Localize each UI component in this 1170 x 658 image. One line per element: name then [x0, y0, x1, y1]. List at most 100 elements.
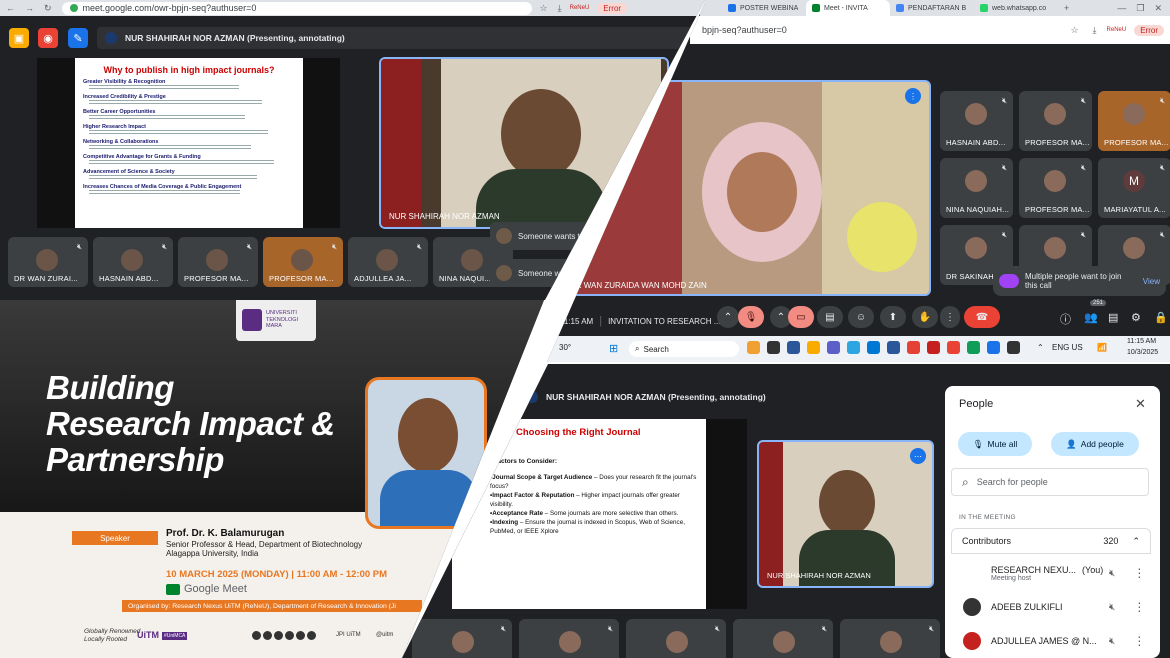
- participant-tile[interactable]: 🔇︎ PROFESOR MA...: [178, 237, 258, 287]
- mic-off-icon[interactable]: 🔇︎: [1109, 568, 1115, 579]
- browser-tab[interactable]: PENDAFTARAN B: [890, 0, 974, 16]
- participant-tile[interactable]: 🔇︎: [733, 619, 833, 658]
- people-icon[interactable]: 👥: [1084, 311, 1098, 324]
- camera-off-icon[interactable]: ▭: [788, 306, 814, 328]
- error-badge[interactable]: Error: [597, 2, 628, 14]
- reload-icon[interactable]: ↻: [44, 3, 52, 14]
- join-request-toast[interactable]: Someone wants to call: [490, 222, 610, 250]
- taskbar-app-icon[interactable]: [1007, 341, 1020, 354]
- taskbar-app-icon[interactable]: [947, 341, 960, 354]
- site-info-icon[interactable]: [69, 4, 78, 12]
- windows-start-icon[interactable]: ⊞: [609, 342, 618, 355]
- chat-icon[interactable]: ▤: [1108, 311, 1118, 324]
- taskbar-app-icon[interactable]: [787, 341, 800, 354]
- star-icon[interactable]: ☆: [1070, 25, 1078, 36]
- browser-tab[interactable]: Meet - INVITA: [806, 0, 890, 16]
- star-icon[interactable]: ☆: [540, 3, 548, 14]
- browser-tab[interactable]: POSTER WEBINA: [722, 0, 806, 16]
- view-requests-button[interactable]: View: [1143, 277, 1160, 286]
- audio-options-chevron-icon[interactable]: ⌃: [717, 306, 739, 328]
- taskbar-app-icon[interactable]: [987, 341, 1000, 354]
- taskbar-search[interactable]: ⌕ Search: [629, 341, 739, 357]
- taskbar-app-icon[interactable]: [807, 341, 820, 354]
- participant-tile[interactable]: 🔇︎ M MARIAYATUL A...: [1098, 158, 1170, 218]
- microphone-off-icon[interactable]: 🎙: [738, 306, 764, 328]
- factors-heading: y Factors to Consider:: [488, 458, 557, 465]
- collapse-chevron-icon[interactable]: ⌃: [1132, 536, 1140, 547]
- speaker-head: [398, 398, 458, 473]
- maximize-icon[interactable]: ❐: [1136, 3, 1144, 14]
- participant-tile[interactable]: 🔇︎: [412, 619, 512, 658]
- contributors-header[interactable]: Contributors 320 ⌃: [951, 528, 1151, 554]
- more-options-icon[interactable]: ⋯: [910, 448, 926, 464]
- present-icon[interactable]: ⬆: [880, 306, 906, 328]
- edit-icon[interactable]: ✎: [68, 28, 88, 48]
- download-icon[interactable]: ⤓: [1093, 25, 1097, 36]
- taskbar-app-icon[interactable]: [967, 341, 980, 354]
- participant-row[interactable]: ADJULLEA JAMES @ N... 🔇︎ ⋮: [945, 626, 1160, 656]
- participant-tile[interactable]: 🔇︎ HASNAIN ABD...: [940, 91, 1013, 151]
- taskbar-app-icon[interactable]: [767, 341, 780, 354]
- participant-tile[interactable]: 🔇︎ NINA NAQUIAH...: [940, 158, 1013, 218]
- participant-tile[interactable]: 🔇︎: [626, 619, 726, 658]
- address-bar[interactable]: meet.google.com/owr-bpjn-seq?authuser=0: [61, 1, 532, 15]
- tray-chevron-icon[interactable]: ⌃: [1037, 343, 1044, 352]
- participant-row[interactable]: ADEEB ZULKIFLI 🔇︎ ⋮: [945, 592, 1160, 622]
- new-tab-icon[interactable]: +: [1064, 3, 1069, 13]
- profile-label[interactable]: ReNeU: [1107, 27, 1127, 33]
- add-people-button[interactable]: 👤 Add people: [1051, 432, 1139, 456]
- host-controls-icon[interactable]: 🔒: [1154, 311, 1168, 324]
- language-text[interactable]: ENG US: [1052, 343, 1083, 352]
- google-meet-icon: [166, 583, 180, 595]
- presenter-video[interactable]: ⋯ NUR SHAHIRAH NOR AZMAN: [757, 440, 934, 588]
- participant-more-icon[interactable]: ⋮: [1133, 600, 1145, 614]
- mic-off-icon[interactable]: 🔇︎: [1109, 636, 1115, 647]
- taskbar-app-icon[interactable]: [927, 341, 940, 354]
- taskbar-app-icon[interactable]: [847, 341, 860, 354]
- error-badge[interactable]: Error: [1134, 24, 1164, 36]
- people-title: People: [959, 398, 994, 410]
- minimize-icon[interactable]: —: [1117, 3, 1126, 13]
- emoji-icon[interactable]: ☺: [848, 306, 874, 328]
- participant-tile[interactable]: 🔇︎ PROFESOR MA...: [1019, 91, 1092, 151]
- close-panel-icon[interactable]: ✕: [1135, 396, 1146, 412]
- forward-icon[interactable]: →: [25, 3, 34, 13]
- leave-call-icon[interactable]: ☎: [964, 306, 1000, 328]
- download-icon[interactable]: ⤓: [558, 3, 562, 14]
- taskbar-date[interactable]: 10/3/2025: [1127, 349, 1158, 356]
- taskbar-app-icon[interactable]: [907, 341, 920, 354]
- raise-hand-icon[interactable]: ✋: [912, 306, 938, 328]
- captions-icon[interactable]: ▤: [817, 306, 843, 328]
- close-window-icon[interactable]: ✕: [1154, 3, 1162, 14]
- taskbar-app-icon[interactable]: [867, 341, 880, 354]
- participant-tile[interactable]: 🔇︎ PROFESOR MA...: [263, 237, 343, 287]
- taskbar-app-icon[interactable]: [827, 341, 840, 354]
- taskbar-app-icon[interactable]: [747, 341, 760, 354]
- participant-tile[interactable]: 🔇︎ HASNAIN ABD...: [93, 237, 173, 287]
- activities-icon[interactable]: ⚙: [1131, 311, 1141, 324]
- network-icon[interactable]: 📶: [1097, 343, 1107, 352]
- participant-tile[interactable]: 🔇︎: [840, 619, 940, 658]
- multiple-join-toast[interactable]: Multiple people want to join this call V…: [993, 266, 1166, 296]
- participant-tile[interactable]: 🔇︎ PROFESOR MA...: [1098, 91, 1170, 151]
- participant-more-icon[interactable]: ⋮: [1133, 566, 1145, 580]
- taskbar-clock[interactable]: 11:15 AM: [1127, 338, 1156, 345]
- participant-tile[interactable]: 🔇︎ PROFESOR MA...: [1019, 158, 1092, 218]
- search-people-input[interactable]: ⌕ Search for people: [951, 468, 1149, 496]
- mute-all-button[interactable]: 🎙 Mute all: [958, 432, 1032, 456]
- taskbar-app-icon[interactable]: [887, 341, 900, 354]
- url-text[interactable]: bpjn-seq?authuser=0: [702, 25, 787, 35]
- browser-tab[interactable]: web.whatsapp.co: [974, 0, 1058, 16]
- more-options-icon[interactable]: ⋮: [940, 306, 960, 328]
- info-icon[interactable]: ⓘ: [1060, 311, 1071, 327]
- record-icon[interactable]: ◉: [38, 28, 58, 48]
- participant-tile[interactable]: 🔇︎ ADJULLEA JA...: [348, 237, 428, 287]
- profile-label[interactable]: ReNeU: [570, 5, 590, 11]
- back-icon[interactable]: ←: [6, 3, 15, 13]
- apps-icon[interactable]: ▣: [9, 28, 29, 48]
- participant-tile[interactable]: 🔇︎ DR WAN ZURAI...: [8, 237, 88, 287]
- participant-row[interactable]: RESEARCH NEXU... (You) Meeting host 🔇︎ ⋮: [945, 558, 1160, 588]
- participant-more-icon[interactable]: ⋮: [1133, 634, 1145, 648]
- participant-tile[interactable]: 🔇︎: [519, 619, 619, 658]
- mic-off-icon[interactable]: 🔇︎: [1109, 602, 1115, 613]
